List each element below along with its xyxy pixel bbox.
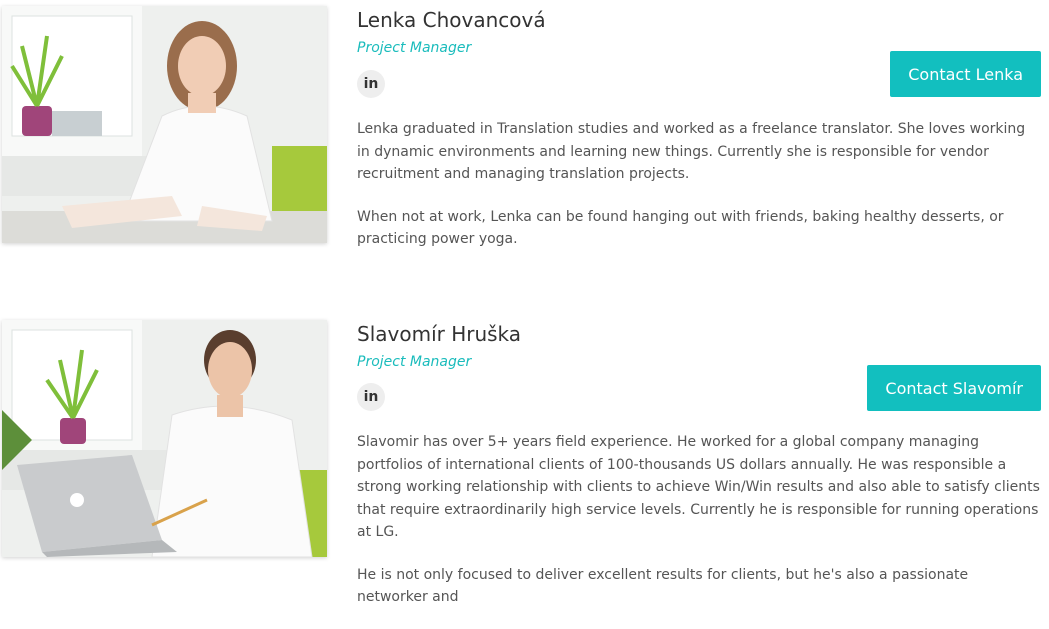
linkedin-icon[interactable]: in	[357, 70, 385, 98]
portrait-photo-slavomir	[2, 320, 327, 557]
linkedin-icon-glyph: in	[363, 389, 379, 405]
bio-paragraph: He is not only focused to deliver excell…	[357, 566, 969, 606]
contact-slavomir-button[interactable]: Contact Slavomír	[867, 365, 1041, 411]
linkedin-icon[interactable]: in	[357, 383, 385, 411]
bio-paragraph: When not at work, Lenka can be found han…	[357, 208, 1004, 248]
contact-lenka-button[interactable]: Contact Lenka	[890, 51, 1041, 97]
member-bio: Lenka graduated in Translation studies a…	[357, 118, 1041, 271]
linkedin-icon-glyph: in	[363, 76, 379, 92]
member-bio: Slavomir has over 5+ years field experie…	[357, 431, 1041, 629]
member-role: Project Manager	[357, 40, 472, 56]
member-name: Lenka Chovancová	[357, 8, 546, 32]
member-name: Slavomír Hruška	[357, 322, 522, 346]
team-member-lenka: Lenka Chovancová Project Manager in Cont…	[0, 6, 1049, 256]
bio-paragraph: Slavomir has over 5+ years field experie…	[357, 434, 1040, 540]
bio-paragraph: Lenka graduated in Translation studies a…	[357, 121, 1026, 182]
team-member-slavomir: Slavomír Hruška Project Manager in Conta…	[0, 320, 1049, 605]
member-role: Project Manager	[357, 354, 472, 370]
portrait-photo-lenka	[2, 6, 327, 243]
